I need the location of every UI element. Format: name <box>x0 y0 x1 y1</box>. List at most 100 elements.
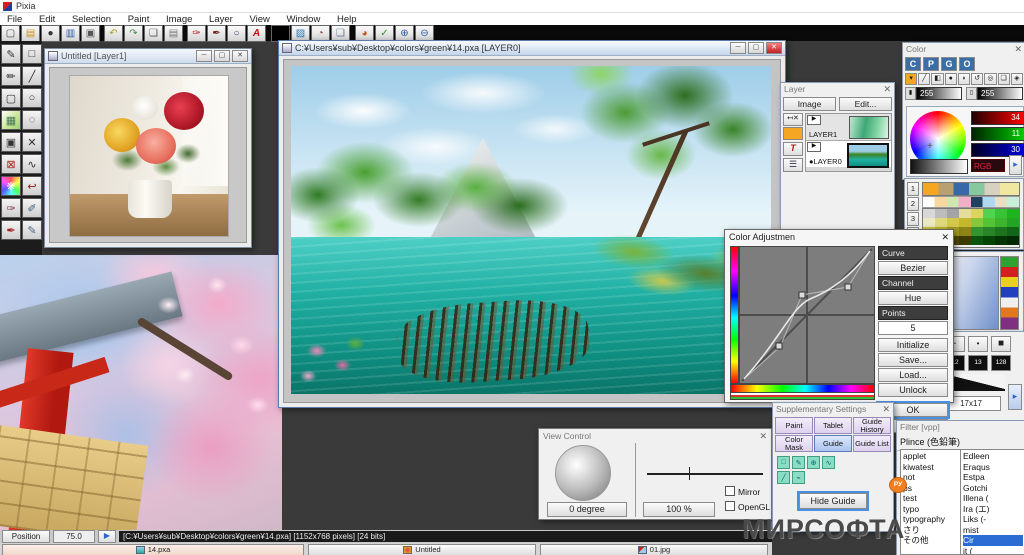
layer-visibility-icon[interactable]: ▶ <box>807 142 821 152</box>
layer-add-button[interactable]: ↤✕ <box>783 113 803 126</box>
clear-tool[interactable]: ⊠ <box>1 154 21 174</box>
gradient-color-strip[interactable] <box>1000 256 1019 330</box>
blob-mode-button[interactable]: ◗ <box>958 73 970 85</box>
close-icon[interactable]: ✕ <box>759 431 767 441</box>
minimize-button[interactable]: ─ <box>730 42 746 54</box>
guide-rect-icon[interactable]: □ <box>777 456 790 469</box>
layer-thumbnail[interactable] <box>847 143 889 168</box>
tab-paint[interactable]: Paint <box>775 417 813 434</box>
channel-button[interactable]: Hue <box>878 291 948 305</box>
stamp-a-tool[interactable]: ✑ <box>1 198 21 218</box>
guide-curve-icon[interactable]: ∿ <box>822 456 835 469</box>
close-button[interactable]: ✕ <box>766 42 782 54</box>
save-button[interactable]: Save... <box>878 353 948 367</box>
position-button[interactable]: Position <box>2 530 50 543</box>
rgb-mode-box[interactable]: RGB <box>971 159 1005 172</box>
load-button[interactable]: Load... <box>878 368 948 382</box>
guide-arc-icon[interactable]: ⌁ <box>792 471 805 484</box>
curve-editor[interactable] <box>739 246 875 384</box>
layer-visibility-icon[interactable]: ▶ <box>807 115 821 125</box>
list-item[interactable]: Ira (エ) <box>963 504 1023 515</box>
tab-guide[interactable]: Guide <box>814 435 852 452</box>
list-item[interactable]: typography <box>903 514 959 525</box>
pen-b-tool[interactable]: ✐ <box>22 198 42 218</box>
brush-tip-medium[interactable]: • <box>968 336 988 352</box>
stamp-b-tool[interactable]: ✒ <box>1 220 21 240</box>
ellipse-tool[interactable]: ○ <box>22 88 42 108</box>
curve-type-button[interactable]: Bezier <box>878 261 948 275</box>
zoom-value-field[interactable]: 75.0 <box>53 530 95 543</box>
copy-button[interactable]: ❏ <box>144 25 163 42</box>
filter-titlebar[interactable]: Filter [vpp] <box>897 421 1024 435</box>
list-item[interactable]: applet <box>903 451 959 462</box>
layer-thumbnail[interactable] <box>849 116 889 139</box>
taskbar-tab-01jpg[interactable]: 01.jpg <box>540 544 768 555</box>
airbrush-tool[interactable]: ✏ <box>1 66 21 86</box>
layer-panel-titlebar[interactable]: Layer ✕ <box>781 83 894 97</box>
list-item[interactable]: Gotchi <box>963 483 1023 494</box>
text-tool-button[interactable]: A <box>247 25 266 42</box>
brush-size-128[interactable]: 128 <box>991 355 1011 371</box>
tab-guide-history[interactable]: Guide History <box>853 417 891 434</box>
list-item[interactable]: Liks (- <box>963 514 1023 525</box>
value-slider[interactable] <box>910 159 968 174</box>
supplementary-titlebar[interactable]: Supplementary Settings ✕ <box>773 403 893 417</box>
tab-other[interactable]: O <box>959 57 975 71</box>
green-slider[interactable]: 11 <box>971 127 1024 141</box>
untitled-window[interactable]: Untitled [Layer1] ─ ▢ ✕ <box>44 48 252 248</box>
color-panel-titlebar[interactable]: Color ✕ <box>903 43 1024 57</box>
opacity-slider[interactable]: 255 <box>977 87 1023 100</box>
layer-text-button[interactable]: T <box>783 142 803 156</box>
hook-tool[interactable]: ↩ <box>22 176 42 196</box>
tab-guide-list[interactable]: Guide List <box>853 435 891 452</box>
maximize-button[interactable]: ▢ <box>748 42 764 54</box>
swatch-set-3[interactable]: 3 <box>907 212 919 226</box>
list-item[interactable]: さり <box>903 525 959 536</box>
mirror-checkbox[interactable]: Mirror <box>725 486 760 497</box>
initialize-button[interactable]: Initialize <box>878 338 948 352</box>
list-item[interactable]: it ( <box>963 546 1023 555</box>
zoom-slider-thumb[interactable] <box>689 467 690 480</box>
layer-color-swatch[interactable] <box>783 127 803 140</box>
dot-mode-button[interactable]: ● <box>945 73 957 85</box>
redo-button[interactable]: ↷ <box>124 25 143 42</box>
tab-color-mask[interactable]: Color Mask <box>775 435 813 452</box>
list-item[interactable]: not <box>903 472 959 483</box>
zoom-slider-track[interactable] <box>647 473 763 475</box>
tab-color[interactable]: C <box>905 57 921 71</box>
degree-button[interactable]: 0 degree <box>547 502 627 517</box>
layers-mode-button[interactable]: ❏ <box>998 73 1010 85</box>
taskbar-tab-14pxa[interactable]: 14.pxa <box>2 544 304 555</box>
image-button[interactable]: ▨ <box>291 25 310 42</box>
list-item[interactable]: Edleen <box>963 451 1023 462</box>
brush-expand-button[interactable]: ▸ <box>1008 384 1022 410</box>
contrast-mode-button[interactable]: ◧ <box>931 73 943 85</box>
print-button[interactable]: ▣ <box>81 25 100 42</box>
minimize-button[interactable]: ─ <box>196 50 212 62</box>
select-rect-tool[interactable]: □ <box>22 44 42 64</box>
layer-image-button[interactable]: Image <box>783 97 836 111</box>
filter-list-right[interactable]: Edleen Eraqus Estpa Gotchi Illena ( Ira … <box>960 449 1024 555</box>
close-icon[interactable]: ✕ <box>882 404 890 416</box>
list-item-selected[interactable]: Cir <box>963 535 1023 546</box>
zoom-in-button[interactable]: ⊕ <box>395 25 414 42</box>
layer-row[interactable]: ▶ ●LAYER0 <box>806 141 891 167</box>
close-icon[interactable]: ✕ <box>1014 44 1022 56</box>
open-button[interactable]: ▤ <box>21 25 40 42</box>
layer-edit-button[interactable]: Edit... <box>839 97 892 111</box>
close-icon[interactable]: ✕ <box>883 84 891 96</box>
capture-button[interactable]: ● <box>41 25 60 42</box>
main-titlebar[interactable]: C:¥Users¥sub¥Desktop¥colors¥green¥14.pxa… <box>279 41 785 56</box>
list-item[interactable]: Estpa <box>963 472 1023 483</box>
lasso-tool[interactable]: ◌ <box>22 110 42 130</box>
points-value-field[interactable]: 5 <box>878 321 948 335</box>
color-wheel-tool[interactable]: ❋ <box>1 176 21 196</box>
confirm-button[interactable]: ✓ <box>375 25 394 42</box>
new-file-button[interactable]: ▢ <box>1 25 20 42</box>
opengl-checkbox[interactable]: OpenGL <box>725 501 770 512</box>
list-item[interactable]: kiwatest <box>903 462 959 473</box>
timer-button[interactable]: ◔ <box>311 25 330 42</box>
tab-tablet[interactable]: Tablet <box>814 417 852 434</box>
list-item[interactable]: test <box>903 493 959 504</box>
layer-row[interactable]: ▶ LAYER1 <box>806 114 891 141</box>
